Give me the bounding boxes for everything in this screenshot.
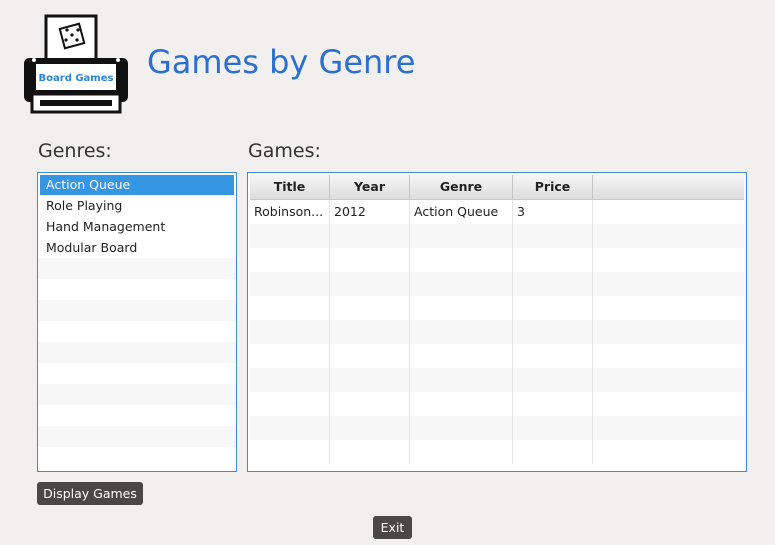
column-header-filler	[593, 175, 744, 199]
list-item-empty	[38, 279, 236, 300]
list-item-empty	[38, 300, 236, 321]
list-item-empty	[38, 405, 236, 426]
genre-item-role-playing[interactable]: Role Playing	[38, 195, 236, 216]
table-body: Robinson... 2012 Action Queue 3	[250, 200, 744, 464]
table-row-empty	[250, 248, 744, 272]
list-item-empty	[38, 321, 236, 342]
list-item-empty	[38, 447, 236, 468]
board-games-logo: Board Games	[22, 14, 132, 118]
table-row-empty	[250, 320, 744, 344]
list-item-empty	[38, 342, 236, 363]
page-title: Games by Genre	[147, 43, 416, 81]
genre-list[interactable]: Action Queue Role Playing Hand Managemen…	[37, 172, 237, 472]
genre-item-modular-board[interactable]: Modular Board	[38, 237, 236, 258]
table-row-empty	[250, 344, 744, 368]
list-item-empty	[38, 258, 236, 279]
cell-title: Robinson...	[250, 200, 330, 224]
column-header-title[interactable]: Title	[250, 175, 330, 199]
cell-genre: Action Queue	[410, 200, 513, 224]
genres-label: Genres:	[38, 140, 112, 162]
display-games-button[interactable]: Display Games	[37, 482, 143, 505]
genre-item-action-queue[interactable]: Action Queue	[40, 175, 234, 195]
table-row-empty	[250, 392, 744, 416]
table-header: Title Year Genre Price	[250, 175, 744, 200]
logo-label: Board Games	[39, 73, 114, 84]
cell-price: 3	[513, 200, 593, 224]
table-row[interactable]: Robinson... 2012 Action Queue 3	[250, 200, 744, 224]
list-item-empty	[38, 426, 236, 447]
list-item-empty	[38, 384, 236, 405]
table-row-empty	[250, 368, 744, 392]
column-header-year[interactable]: Year	[330, 175, 410, 199]
table-row-empty	[250, 440, 744, 464]
genre-item-hand-management[interactable]: Hand Management	[38, 216, 236, 237]
dice-icon	[58, 22, 86, 50]
list-item-empty	[38, 363, 236, 384]
exit-button[interactable]: Exit	[373, 516, 412, 539]
printer-logo-icon: Board Games	[24, 14, 128, 114]
table-row-empty	[250, 416, 744, 440]
games-label: Games:	[248, 140, 321, 162]
games-table[interactable]: Title Year Genre Price Robinson... 2012 …	[247, 172, 747, 472]
table-row-empty	[250, 296, 744, 320]
table-row-empty	[250, 272, 744, 296]
table-row-empty	[250, 224, 744, 248]
column-header-genre[interactable]: Genre	[410, 175, 513, 199]
cell-year: 2012	[330, 200, 410, 224]
column-header-price[interactable]: Price	[513, 175, 593, 199]
